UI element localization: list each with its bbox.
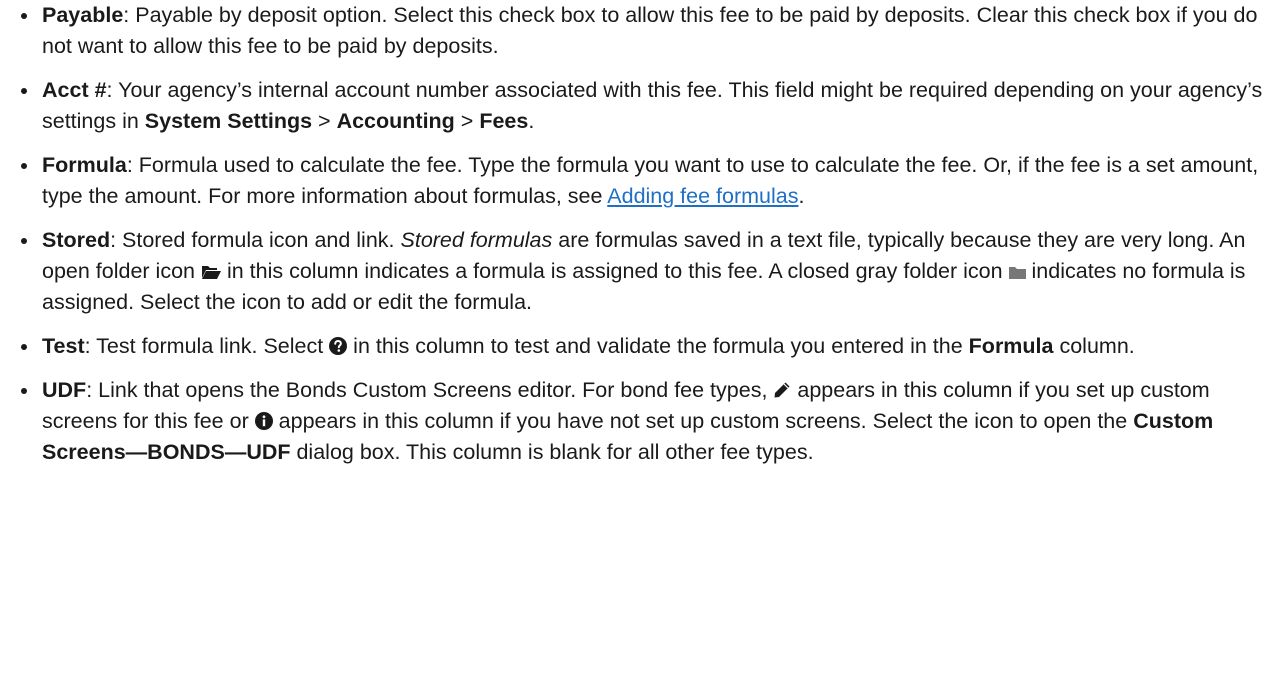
description-stored-1: : Stored formula icon and link.	[110, 228, 401, 252]
term-acct: Acct #	[42, 78, 107, 102]
description-stored-3: in this column indicates a formula is as…	[220, 259, 1009, 283]
menu-path-separator: >	[312, 109, 337, 133]
adding-fee-formulas-link[interactable]: Adding fee formulas	[607, 184, 798, 208]
question-circle-icon	[329, 337, 348, 355]
description-payable: : Payable by deposit option. Select this…	[42, 3, 1258, 58]
menu-path-fees: Fees	[479, 109, 529, 133]
list-item-acct: Acct #: Your agency’s internal account n…	[16, 75, 1273, 137]
list-item-udf: UDF: Link that opens the Bonds Custom Sc…	[16, 375, 1273, 468]
folder-closed-icon	[1008, 266, 1026, 280]
term-stored: Stored	[42, 228, 111, 252]
folder-open-icon	[201, 264, 221, 280]
list-item-stored: Stored: Stored formula icon and link. St…	[16, 225, 1273, 318]
document-body: Payable: Payable by deposit option. Sele…	[0, 0, 1283, 468]
menu-path-accounting: Accounting	[336, 109, 455, 133]
description-udf-3: appears in this column if you have not s…	[272, 409, 1134, 433]
term-formula: Formula	[42, 153, 127, 177]
list-item-formula: Formula: Formula used to calculate the f…	[16, 150, 1273, 212]
term-udf: UDF	[42, 378, 87, 402]
description-udf-4: dialog box. This column is blank for all…	[290, 440, 814, 464]
term-test: Test	[42, 334, 85, 358]
pencil-icon	[773, 381, 791, 399]
description-test-2: in this column to test and validate the …	[347, 334, 969, 358]
term-payable: Payable	[42, 3, 124, 27]
description-test-3: column.	[1053, 334, 1135, 358]
list-item-test: Test: Test formula link. Select in this …	[16, 331, 1273, 362]
info-circle-icon	[254, 412, 273, 430]
list-item-payable: Payable: Payable by deposit option. Sele…	[16, 0, 1273, 62]
menu-path-system-settings: System Settings	[144, 109, 313, 133]
term-formula-ref: Formula	[968, 334, 1054, 358]
menu-path-separator: >	[454, 109, 480, 133]
sentence-end: .	[798, 184, 805, 208]
description-udf-1: : Link that opens the Bonds Custom Scree…	[86, 378, 774, 402]
sentence-end: .	[528, 109, 535, 133]
stored-formulas-italic: Stored formulas	[400, 228, 553, 252]
field-descriptions-list: Payable: Payable by deposit option. Sele…	[16, 0, 1273, 468]
description-test-1: : Test formula link. Select	[84, 334, 330, 358]
